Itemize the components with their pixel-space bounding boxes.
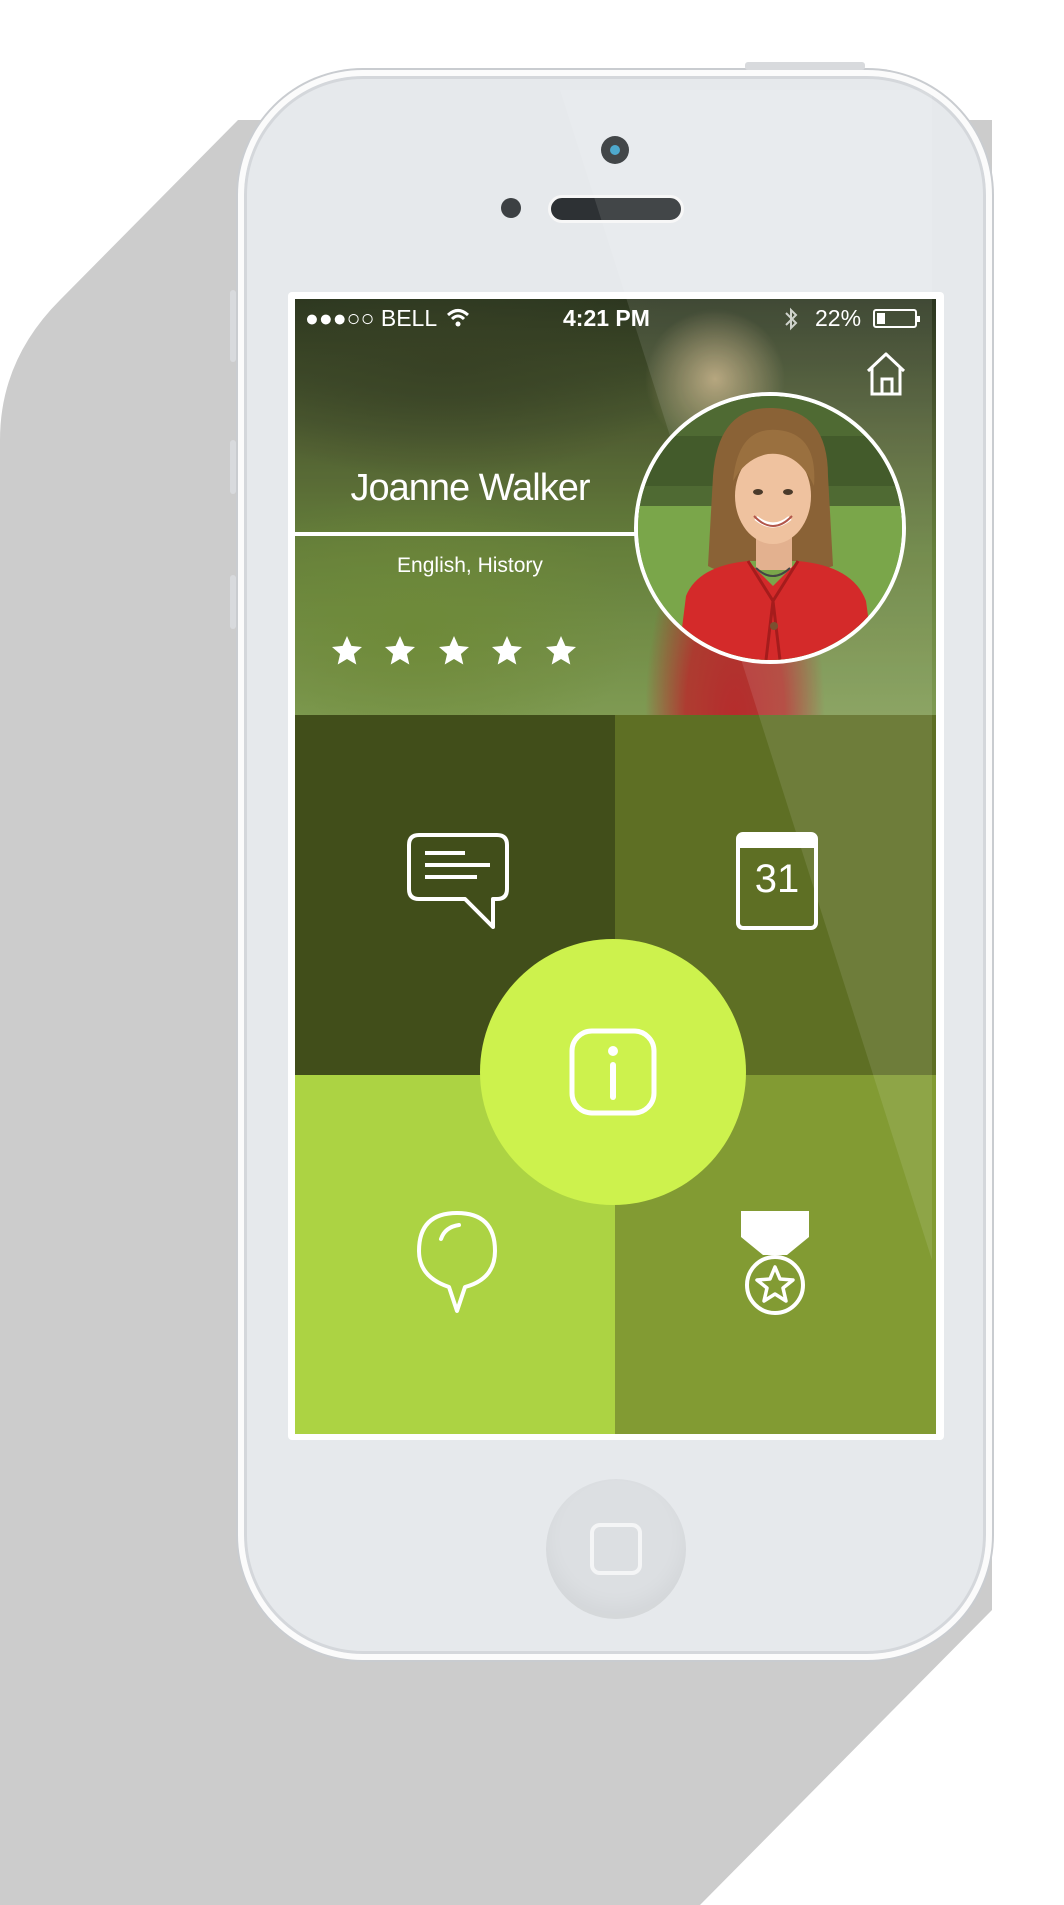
proximity-sensor xyxy=(501,198,521,218)
info-icon xyxy=(569,1028,657,1116)
battery-icon xyxy=(873,309,920,328)
teacher-name: Joanne Walker xyxy=(350,467,590,509)
star-icon xyxy=(438,636,469,665)
earpiece-speaker xyxy=(548,195,684,223)
home-button-square-icon xyxy=(590,1523,642,1575)
star-icon xyxy=(545,636,576,665)
star-icon xyxy=(492,636,523,665)
star-icon xyxy=(332,636,362,665)
calendar-day: 31 xyxy=(754,857,800,901)
chat-bubble-icon xyxy=(407,833,509,929)
carrier-label: ●●●○○ BELL xyxy=(305,305,438,331)
info-button[interactable] xyxy=(480,939,746,1205)
name-divider xyxy=(295,532,635,536)
wifi-icon xyxy=(446,309,470,327)
clock: 4:21 PM xyxy=(563,305,650,331)
rating-stars xyxy=(329,633,592,674)
bluetooth-icon xyxy=(785,307,798,331)
top-button xyxy=(745,62,865,70)
battery-percent: 22% xyxy=(815,305,862,331)
home-button[interactable] xyxy=(546,1479,686,1619)
home-icon[interactable] xyxy=(865,351,907,397)
teacher-subjects: English, History xyxy=(397,554,543,577)
star-icon xyxy=(385,636,416,665)
front-camera xyxy=(601,136,629,164)
volume-down-button xyxy=(230,575,236,629)
teacher-avatar[interactable] xyxy=(634,392,906,664)
app-screen: ●●●○○ BELL 4:21 PM 22% Joanne Walker Eng… xyxy=(295,299,936,1434)
medal-icon xyxy=(741,1211,809,1315)
portrait-illustration xyxy=(638,396,902,660)
status-bar: ●●●○○ BELL 4:21 PM 22% xyxy=(295,299,936,337)
mute-switch xyxy=(230,290,236,362)
volume-up-button xyxy=(230,440,236,494)
location-pin-icon xyxy=(417,1211,497,1313)
